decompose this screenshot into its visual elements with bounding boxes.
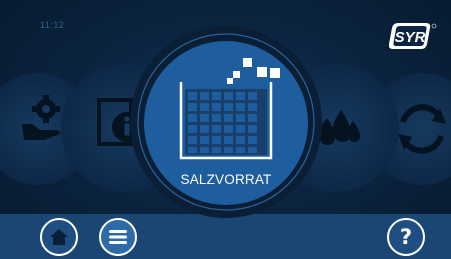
menu-icon	[109, 230, 127, 244]
selected-item-label: SALZVORRAT	[180, 172, 272, 187]
home-button[interactable]	[40, 218, 78, 256]
home-icon	[50, 229, 68, 245]
menu-button[interactable]	[99, 218, 137, 256]
help-button[interactable]: ?	[387, 218, 425, 256]
help-icon: ?	[399, 224, 413, 249]
screen: 11:12 SYR SALZVORRAT ?	[0, 0, 451, 259]
